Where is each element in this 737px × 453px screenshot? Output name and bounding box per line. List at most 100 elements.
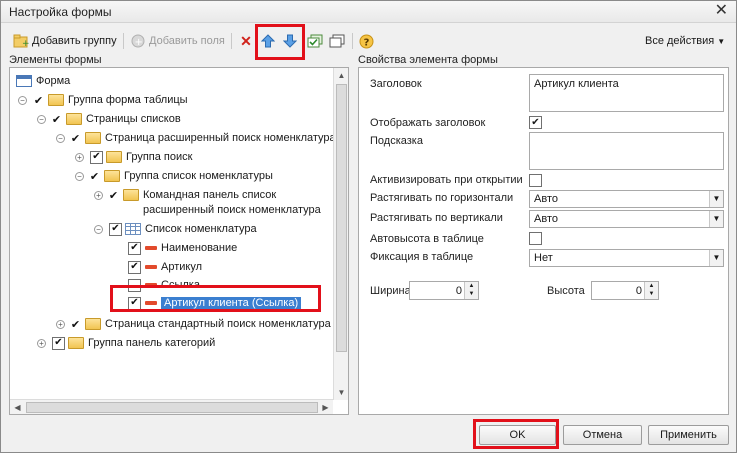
folder-icon <box>85 318 101 330</box>
stretch-horizontal-label: Растягивать по горизонтали <box>370 192 514 204</box>
toolbar-separator <box>231 33 232 49</box>
show-title-checkbox[interactable]: ✔ <box>529 116 542 129</box>
collapse-toggle[interactable]: − <box>56 134 65 143</box>
checkmark-icon: ✔ <box>108 189 119 202</box>
folder-icon <box>68 337 84 349</box>
checkbox[interactable]: ✔ <box>128 241 141 255</box>
tree-item-label: Форма <box>36 75 71 87</box>
chevron-down-icon: ▼ <box>709 191 723 207</box>
folder-icon <box>85 132 101 144</box>
folder-icon <box>66 113 82 125</box>
field-icon <box>145 265 157 269</box>
apply-button[interactable]: Применить <box>648 425 729 445</box>
tree-item-label-line2: расширенный поиск номенклатура <box>143 204 321 216</box>
tree-item-nomenclature-list[interactable]: ✔ Список номенклатура <box>109 220 257 238</box>
width-spinner[interactable]: 0 ▲ ▼ <box>409 281 479 300</box>
height-label: Высота <box>547 285 585 297</box>
stretch-vertical-value: Авто <box>534 213 558 225</box>
tree-item-form[interactable]: Форма <box>16 72 70 90</box>
tree-item-article-field[interactable]: ✔ Артикул <box>128 258 202 276</box>
checkbox[interactable]: ✔ <box>90 150 103 164</box>
ok-button[interactable]: OK <box>479 425 556 445</box>
checkbox[interactable]: ✔ <box>52 336 65 350</box>
help-button[interactable]: ? <box>358 29 374 53</box>
checkbox[interactable]: ✔ <box>109 222 122 236</box>
add-group-icon: + <box>13 33 29 49</box>
right-panel-heading: Свойства элемента формы <box>358 54 498 66</box>
scroll-left-icon[interactable]: ◀ <box>10 400 25 414</box>
chevron-down-icon: ▼ <box>717 36 726 46</box>
collapse-toggle[interactable]: − <box>94 225 103 234</box>
windows-icon <box>329 33 345 49</box>
uncheck-all-button[interactable] <box>329 29 345 53</box>
tree-item-label: Наименование <box>161 242 238 254</box>
expand-toggle[interactable]: + <box>56 320 65 329</box>
add-group-button[interactable]: + Добавить группу <box>13 29 117 53</box>
stretch-horizontal-value: Авто <box>534 193 558 205</box>
checkbox[interactable] <box>128 278 141 292</box>
title-property-label: Заголовок <box>370 78 422 90</box>
folder-icon <box>104 170 120 182</box>
scroll-down-icon[interactable]: ▼ <box>334 385 348 400</box>
stretch-horizontal-select[interactable]: Авто ▼ <box>529 190 724 208</box>
title-input[interactable]: Артикул клиента <box>529 74 724 112</box>
form-elements-tree[interactable]: Форма − ✔ Группа форма таблицы − ✔ Стран… <box>9 67 349 415</box>
check-list-icon <box>307 33 323 49</box>
tree-item-label: Список номенклатура <box>145 223 257 235</box>
add-fields-button[interactable]: + Добавить поля <box>130 29 225 53</box>
add-fields-icon: + <box>130 33 146 49</box>
form-settings-window: Настройка формы ✕ + Добавить группу + До… <box>0 0 737 453</box>
spinner-arrows-icon[interactable]: ▲ ▼ <box>644 282 658 299</box>
tree-item-name-field[interactable]: ✔ Наименование <box>128 239 237 257</box>
check-all-button[interactable] <box>307 29 323 53</box>
checkbox[interactable]: ✔ <box>128 296 141 310</box>
collapse-toggle[interactable]: − <box>37 115 46 124</box>
scroll-up-icon[interactable]: ▲ <box>334 68 348 83</box>
folder-icon <box>123 189 139 201</box>
vertical-scrollbar[interactable]: ▲ ▼ <box>333 68 348 400</box>
spinner-arrows-icon[interactable]: ▲ ▼ <box>464 282 478 299</box>
collapse-toggle[interactable]: − <box>18 96 27 105</box>
tree-item-extended-search-page[interactable]: ✔ Страница расширенный поиск номенклатур… <box>69 129 336 147</box>
svg-text:?: ? <box>363 37 369 48</box>
show-title-label: Отображать заголовок <box>370 117 486 129</box>
expand-toggle[interactable]: + <box>75 153 84 162</box>
tree-item-client-article-field[interactable]: ✔ Артикул клиента (Ссылка) <box>128 294 302 312</box>
stretch-vertical-select[interactable]: Авто ▼ <box>529 210 724 228</box>
expand-toggle[interactable]: + <box>94 191 103 200</box>
tree-item-list-pages[interactable]: ✔ Страницы списков <box>50 110 181 128</box>
checkbox[interactable]: ✔ <box>128 260 141 274</box>
folder-icon <box>106 151 122 163</box>
tree-item-search-group[interactable]: ✔ Группа поиск <box>90 148 192 166</box>
move-up-button[interactable] <box>260 29 276 53</box>
tree-item-group-form-table[interactable]: ✔ Группа форма таблицы <box>32 91 188 109</box>
toolbar-separator <box>123 33 124 49</box>
activate-on-open-checkbox[interactable] <box>529 174 542 187</box>
field-icon <box>145 283 157 287</box>
tree-item-link-field[interactable]: Ссылка <box>128 276 200 294</box>
horizontal-scrollbar[interactable]: ◀ ▶ <box>10 399 333 414</box>
tree-item-standard-search-page[interactable]: ✔ Страница стандартный поиск номенклатур… <box>69 315 331 333</box>
folder-icon <box>48 94 64 106</box>
scroll-right-icon[interactable]: ▶ <box>318 400 333 414</box>
tree-item-label: Группа панель категорий <box>88 337 216 349</box>
move-down-button[interactable] <box>282 29 298 53</box>
delete-button[interactable]: ✕ <box>238 29 254 53</box>
tree-item-nomenclature-list-group[interactable]: ✔ Группа список номенклатуры <box>88 167 273 185</box>
collapse-toggle[interactable]: − <box>75 172 84 181</box>
tree-item-label: Группа форма таблицы <box>68 94 188 106</box>
height-spinner[interactable]: 0 ▲ ▼ <box>591 281 659 300</box>
scrollbar-thumb[interactable] <box>26 402 318 413</box>
tree-item-category-panel-group[interactable]: ✔ Группа панель категорий <box>52 334 215 352</box>
expand-toggle[interactable]: + <box>37 339 46 348</box>
close-icon[interactable]: ✕ <box>715 2 728 20</box>
field-icon <box>145 301 157 305</box>
hint-input[interactable] <box>529 132 724 170</box>
tree-item-command-panel-line2: расширенный поиск номенклатура <box>143 201 321 219</box>
height-value: 0 <box>635 285 642 297</box>
fixation-select[interactable]: Нет ▼ <box>529 249 724 267</box>
cancel-button[interactable]: Отмена <box>563 425 642 445</box>
all-actions-menu[interactable]: Все действия ▼ <box>645 29 725 53</box>
scrollbar-thumb[interactable] <box>336 84 347 352</box>
autoheight-checkbox[interactable] <box>529 232 542 245</box>
